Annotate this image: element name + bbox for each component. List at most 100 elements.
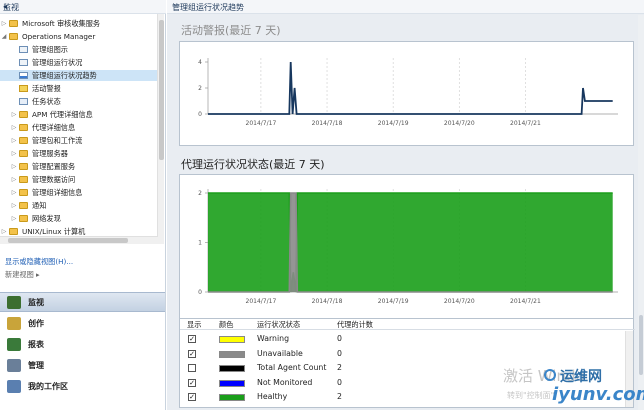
y-tick-label: 1 <box>198 240 202 247</box>
tree-item[interactable]: ◢ Operations Manager <box>0 31 158 42</box>
agent-health-chart-svg: 0 1 2 2014/7/17 2014/7/18 2014/7/19 2014/7/20 2… <box>198 189 618 305</box>
y-tick-label: 2 <box>198 85 202 92</box>
column-header-health-state[interactable]: 运行状况状态 <box>257 319 300 330</box>
x-tick-label: 2014/7/18 <box>312 298 343 305</box>
legend-table-header: 显示 颜色 运行状况状态 代理的计数 <box>180 319 635 330</box>
tree-item[interactable]: ▷ 网络发现 <box>0 213 158 224</box>
health-state-label: Not Monitored <box>257 377 313 387</box>
scrollbar-thumb[interactable] <box>8 238 128 243</box>
folder-icon <box>9 228 18 235</box>
workspace-my-workspace-button[interactable]: 我的工作区 <box>0 377 165 397</box>
agent-count: 0 <box>337 348 342 358</box>
series-area-healthy <box>208 193 613 292</box>
navigation-pane-header: 监视 ◂ <box>0 0 166 14</box>
folder-icon <box>9 33 18 40</box>
agent-count: 2 <box>337 363 342 373</box>
tree-horizontal-scrollbar[interactable] <box>0 236 158 244</box>
content-pane: 管理组运行状况趋势 活动警报(最近 7 天) 0 2 4 2014/7/17 2014/… <box>167 0 644 410</box>
workspace-monitoring-button[interactable]: 监视 <box>0 292 165 312</box>
collapsed-arrow-icon[interactable]: ▷ <box>10 174 18 185</box>
x-tick-label: 2014/7/21 <box>510 120 541 127</box>
tree-item[interactable]: ▷ 代理详细信息 <box>0 122 158 133</box>
collapsed-arrow-icon[interactable]: ▷ <box>10 187 18 198</box>
workspace-administration-button[interactable]: 管理 <box>0 356 165 376</box>
collapsed-arrow-icon[interactable]: ▷ <box>0 18 8 29</box>
tree-item-label: 管理配置服务 <box>32 162 76 171</box>
authoring-icon <box>7 317 21 330</box>
active-alerts-chart-svg: 0 2 4 2014/7/17 2014/7/18 2014/7/19 2014/7/20 2… <box>198 58 618 127</box>
tree-item[interactable]: ▷ 管理数据访问 <box>0 174 158 185</box>
series-line-alerts <box>208 61 613 115</box>
scrollbar-thumb[interactable] <box>159 20 164 160</box>
tree-item-label: 管理组图示 <box>32 45 68 54</box>
show-hide-views-link[interactable]: 显示或隐藏视图(H)... <box>5 257 73 267</box>
color-swatch <box>219 379 245 387</box>
column-header-agent-count[interactable]: 代理的计数 <box>337 319 373 330</box>
tree-item-label: 任务状态 <box>32 97 61 106</box>
column-header-color[interactable]: 颜色 <box>219 319 233 330</box>
legend-row: ✓ Unavailable 0 <box>180 347 620 361</box>
collapsed-arrow-icon[interactable]: ▷ <box>10 213 18 224</box>
scrollbar-thumb[interactable] <box>639 315 643 375</box>
expanded-arrow-icon[interactable]: ◢ <box>0 31 8 42</box>
tree-item-label: 网络发现 <box>32 214 61 223</box>
tree-item-label: 管理组详细信息 <box>32 188 83 197</box>
color-swatch <box>219 350 245 358</box>
x-tick-label: 2014/7/20 <box>444 120 475 127</box>
show-checkbox[interactable]: ✓ <box>188 378 196 387</box>
collapsed-arrow-icon[interactable]: ▷ <box>10 122 18 133</box>
show-checkbox[interactable]: ✓ <box>188 393 196 402</box>
health-state-label: Total Agent Count <box>257 363 327 373</box>
tree-item-label: 代理详细信息 <box>32 123 76 132</box>
x-tick-label: 2014/7/18 <box>312 120 343 127</box>
tree-item[interactable]: 管理组运行状况 <box>0 57 158 68</box>
tree-item[interactable]: 活动警报 <box>0 83 158 94</box>
column-header-show[interactable]: 显示 <box>187 319 201 330</box>
tree-item[interactable]: 任务状态 <box>0 96 158 107</box>
collapsed-arrow-icon[interactable]: ▷ <box>10 135 18 146</box>
workspace-authoring-button[interactable]: 创作 <box>0 314 165 334</box>
collapsed-arrow-icon[interactable]: ▷ <box>10 109 18 120</box>
collapsed-arrow-icon[interactable]: ▷ <box>10 200 18 211</box>
collapse-pane-icon[interactable]: ◂ <box>3 2 162 11</box>
show-checkbox[interactable]: ✓ <box>188 349 196 358</box>
tree-item[interactable]: 管理组图示 <box>0 44 158 55</box>
health-state-label: Warning <box>257 334 290 343</box>
tree-item[interactable]: 管理组运行状况趋势 <box>0 70 158 81</box>
brand-watermark: 运维网 <box>560 369 602 385</box>
tree-item-label: 管理组运行状况趋势 <box>32 71 97 80</box>
tree-vertical-scrollbar[interactable] <box>157 14 164 244</box>
folder-icon <box>19 189 28 196</box>
show-checkbox[interactable]: ✓ <box>188 335 196 343</box>
x-tick-label: 2014/7/21 <box>510 298 541 305</box>
content-header: 管理组运行状况趋势 <box>167 0 644 14</box>
folder-icon <box>19 111 28 118</box>
tree-item[interactable]: ▷ 通知 <box>0 200 158 211</box>
show-checkbox[interactable] <box>188 364 196 373</box>
active-alerts-section-title: 活动警报(最近 7 天) <box>181 24 281 37</box>
agent-health-section-title: 代理运行状况状态(最近 7 天) <box>181 158 325 171</box>
alert-icon <box>19 85 28 92</box>
tree-item[interactable]: ▷ Microsoft 审核收集服务 <box>0 18 158 29</box>
workspace-label: 监视 <box>28 298 44 307</box>
workspace-label: 我的工作区 <box>28 382 68 391</box>
tree-item[interactable]: ▷ 管理包和工作流 <box>0 135 158 146</box>
brand-url-watermark: iyunv.com <box>552 384 644 405</box>
tree-item-label: 管理数据访问 <box>32 175 76 184</box>
workspace-reporting-button[interactable]: 报表 <box>0 335 165 355</box>
tree-item[interactable]: ▷ 管理组详细信息 <box>0 187 158 198</box>
folder-icon <box>19 150 28 157</box>
collapsed-arrow-icon[interactable]: ▷ <box>10 148 18 159</box>
content-scrollbar[interactable] <box>638 15 644 410</box>
collapsed-arrow-icon[interactable]: ▷ <box>10 161 18 172</box>
workspace-label: 管理 <box>28 361 44 370</box>
tree-item[interactable]: ▷ 管理服务器 <box>0 148 158 159</box>
administration-icon <box>7 359 21 372</box>
y-tick-label: 0 <box>198 289 202 296</box>
folder-icon <box>19 215 28 222</box>
tree-item[interactable]: ▷ APM 代理详细信息 <box>0 109 158 120</box>
agent-count: 0 <box>337 334 342 343</box>
new-view-link[interactable]: 新建视图 ▸ <box>5 270 40 280</box>
view-icon <box>19 46 28 53</box>
tree-item[interactable]: ▷ 管理配置服务 <box>0 161 158 172</box>
